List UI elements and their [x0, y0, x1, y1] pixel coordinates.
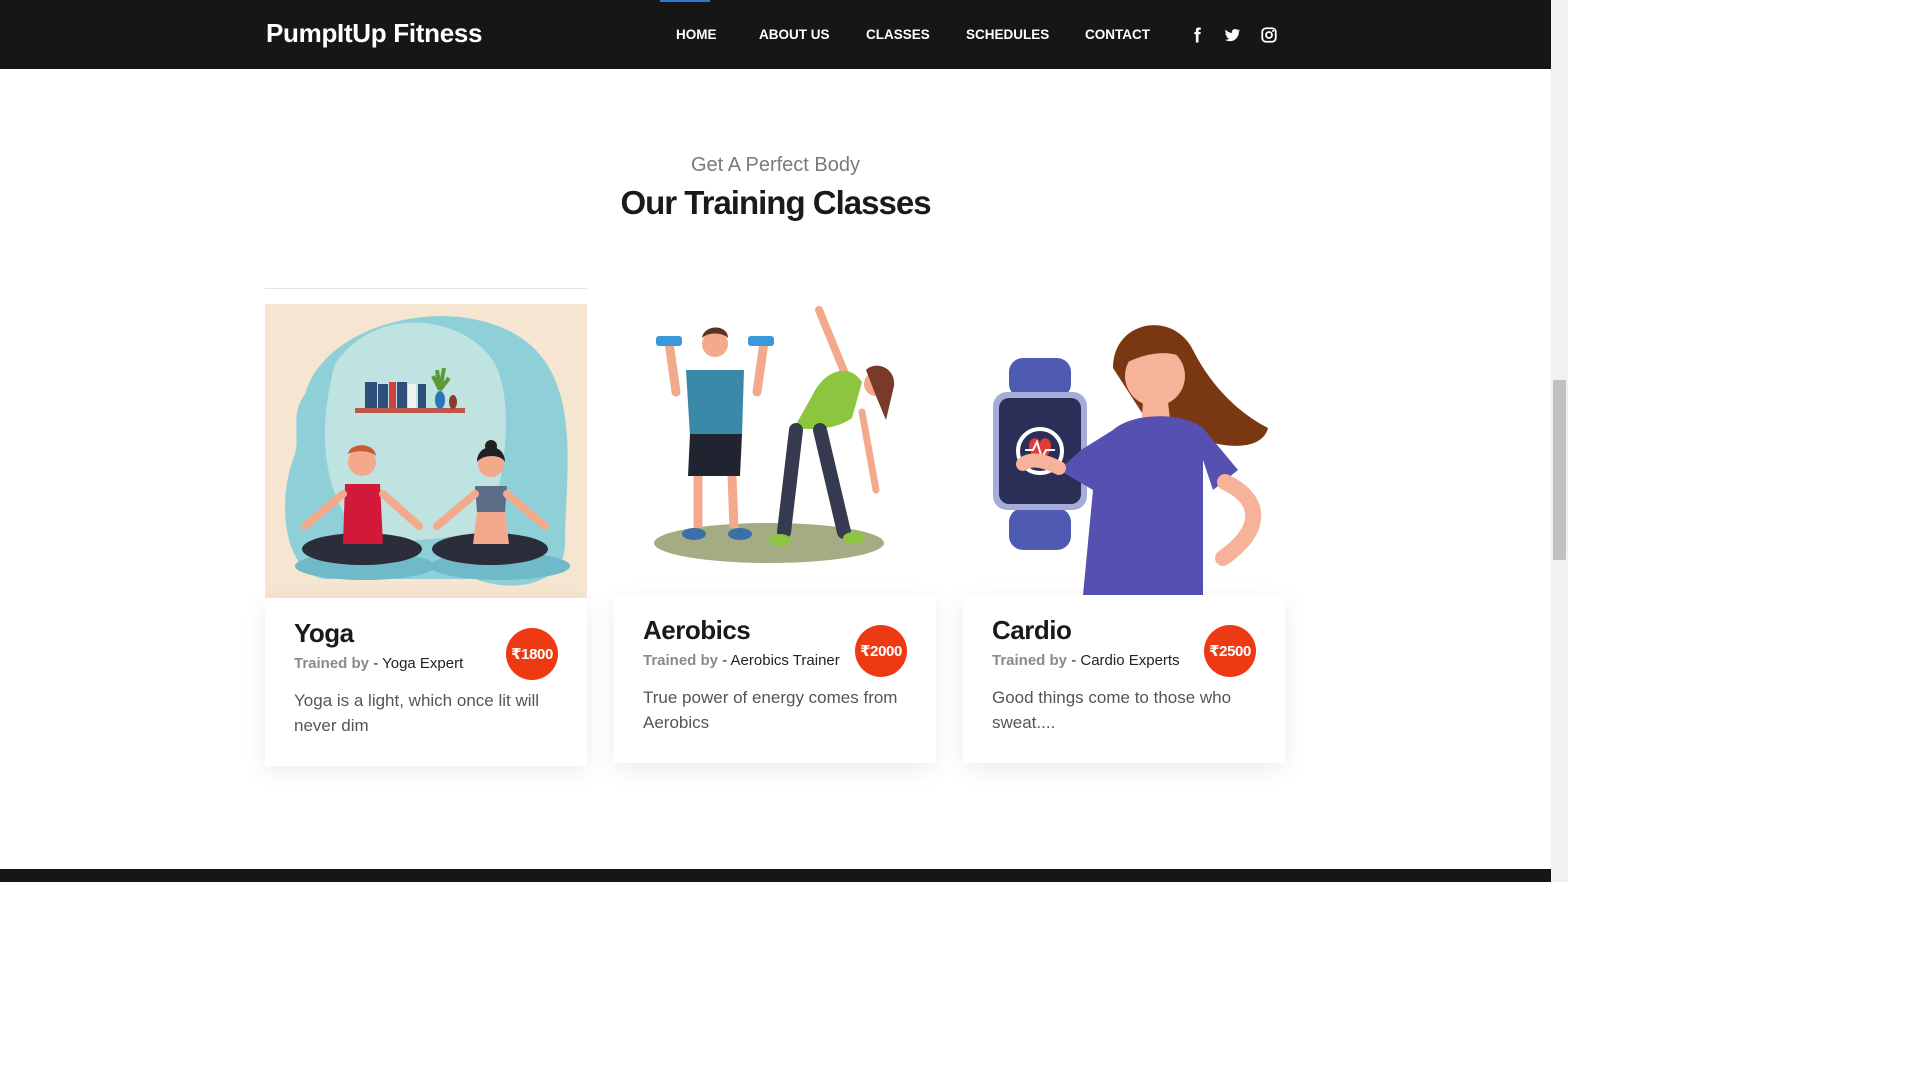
trained-by-label: Trained by [992, 652, 1068, 669]
class-title: Yoga [294, 618, 354, 648]
price-badge: ₹1800 [506, 628, 558, 680]
class-description: Yoga is a light, which once lit will nev… [294, 691, 540, 735]
section-title: Our Training Classes [620, 184, 931, 221]
class-trainer: Trained by - Yoga Expert [294, 655, 463, 672]
nav-contact[interactable]: CONTACT [1085, 27, 1150, 42]
trainer-name: - Yoga Expert [373, 655, 464, 672]
footer [0, 869, 1551, 882]
nav-home[interactable]: HOME [676, 27, 717, 42]
class-description: True power of energy comes from Aerobics [643, 688, 898, 732]
price-badge: ₹2000 [855, 625, 907, 677]
section-eyebrow: Get A Perfect Body [691, 154, 860, 176]
card-body: Aerobics Trained by - Aerobics Trainer T… [614, 595, 936, 763]
scrollbar-thumb[interactable] [1553, 380, 1566, 560]
nav-classes[interactable]: CLASSES [866, 27, 930, 42]
trained-by-label: Trained by [643, 652, 719, 669]
facebook-icon[interactable] [1188, 26, 1206, 44]
card-body: Cardio Trained by - Cardio Experts Good … [963, 595, 1285, 763]
nav-schedules[interactable]: SCHEDULES [966, 27, 1049, 42]
trained-by-label: Trained by [294, 655, 370, 672]
class-description: Good things come to those who sweat.... [992, 688, 1232, 732]
twitter-icon[interactable] [1223, 26, 1241, 44]
trainer-name: - Aerobics Trainer [722, 652, 840, 669]
yoga-illustration [265, 304, 587, 598]
class-title: Aerobics [643, 615, 751, 645]
active-nav-indicator [660, 0, 710, 2]
brand-logo[interactable]: PumpItUp Fitness [266, 18, 483, 49]
class-trainer: Trained by - Aerobics Trainer [643, 652, 840, 669]
trainer-name: - Cardio Experts [1071, 652, 1180, 669]
instagram-icon[interactable] [1260, 26, 1278, 44]
divider [265, 288, 587, 289]
nav-about-us[interactable]: ABOUT US [759, 27, 830, 42]
class-trainer: Trained by - Cardio Experts [992, 652, 1180, 669]
class-title: Cardio [992, 615, 1072, 645]
site-header: PumpItUp Fitness HOME ABOUT US CLASSES S… [0, 0, 1551, 69]
card-body: Yoga Trained by - Yoga Expert Yoga is a … [265, 598, 587, 766]
aerobics-illustration [614, 300, 936, 595]
price-badge: ₹2500 [1204, 625, 1256, 677]
cardio-illustration [963, 300, 1285, 595]
